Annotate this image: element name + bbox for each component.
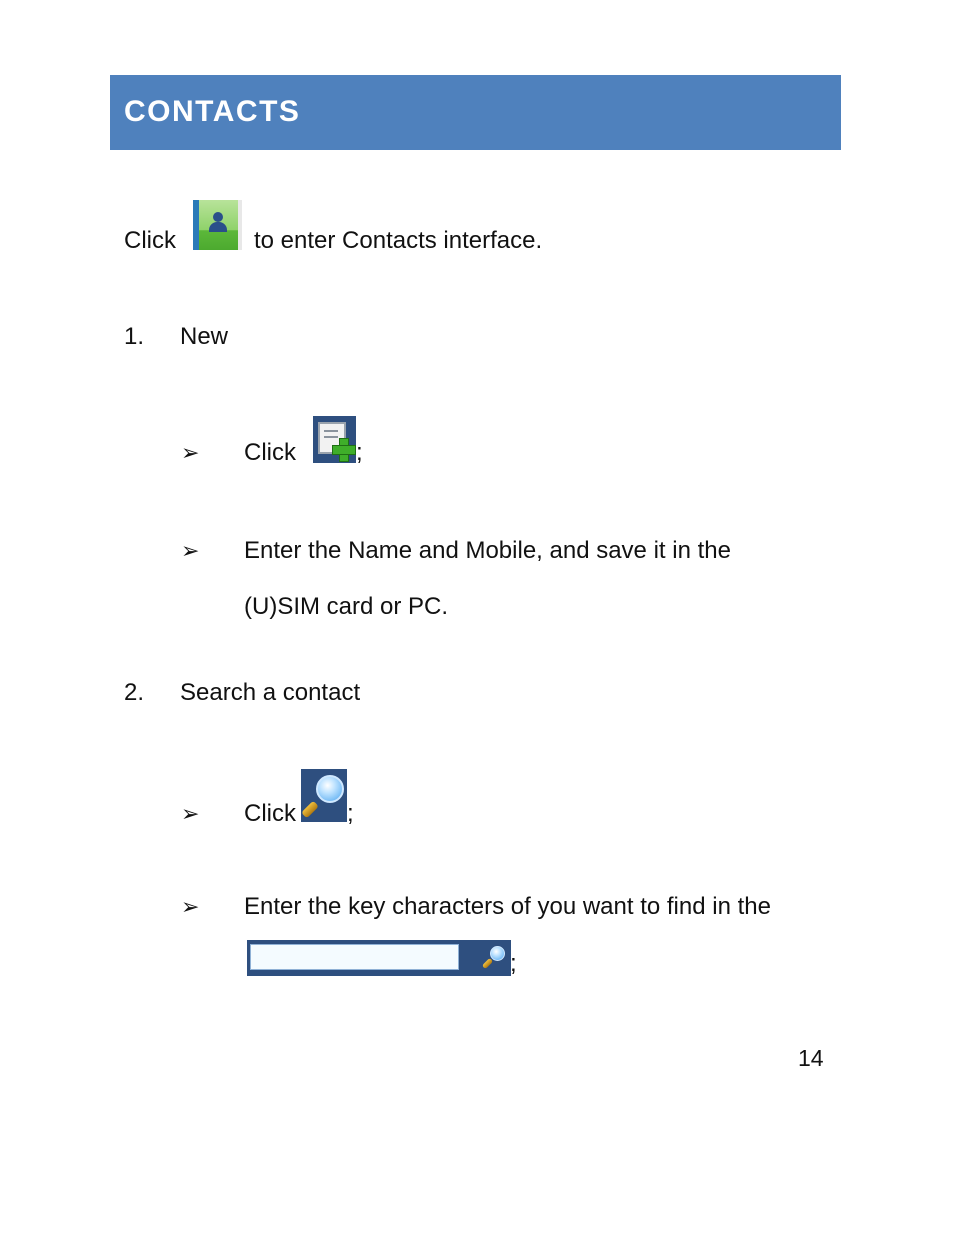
person-body: [209, 222, 227, 232]
plus-horizontal: [332, 445, 356, 455]
bullet-text-continued: (U)SIM card or PC.: [244, 593, 449, 620]
arrow-bullet-icon: ➢: [181, 440, 200, 465]
contacts-book-icon[interactable]: [193, 200, 242, 250]
section-title: CONTACTS: [124, 95, 301, 128]
step-number: 1.: [124, 323, 145, 350]
bullet-text: Click: [244, 439, 296, 466]
bullet-punctuation: ;: [510, 950, 517, 977]
magnifier-lens: [490, 946, 505, 961]
step-number: 2.: [124, 679, 145, 706]
search-button[interactable]: [481, 944, 509, 972]
intro-prefix: Click: [124, 227, 176, 254]
search-icon[interactable]: [301, 769, 347, 822]
magnifier-lens: [316, 775, 344, 803]
bullet-punctuation: ;: [356, 439, 363, 466]
arrow-bullet-icon: ➢: [181, 894, 200, 919]
page-edge: [238, 200, 242, 250]
search-bar: [247, 940, 511, 976]
magnifier-handle: [481, 957, 494, 970]
step-title: New: [180, 323, 229, 350]
bullet-text: Enter the key characters of you want to …: [244, 893, 771, 920]
bullet-text: Enter the Name and Mobile, and save it i…: [244, 537, 731, 564]
new-contact-icon[interactable]: [313, 416, 356, 463]
person-head: [213, 212, 223, 222]
page-number: 14: [798, 1045, 824, 1071]
step-title: Search a contact: [180, 679, 361, 706]
bullet-text: Click: [244, 800, 296, 827]
section-banner: CONTACTS: [110, 75, 841, 150]
intro-suffix: to enter Contacts interface.: [254, 227, 543, 254]
bullet-punctuation: ;: [347, 800, 354, 827]
arrow-bullet-icon: ➢: [181, 538, 200, 563]
arrow-bullet-icon: ➢: [181, 801, 200, 826]
search-input[interactable]: [250, 944, 459, 970]
magnifier-handle: [301, 800, 319, 819]
